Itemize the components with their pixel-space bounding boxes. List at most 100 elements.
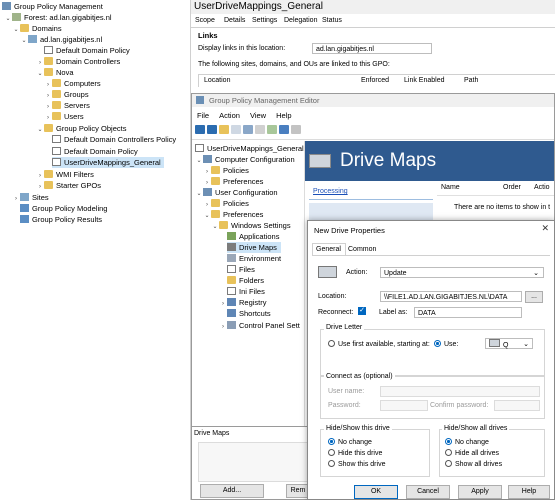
drive-no-change-option[interactable]: No change <box>328 438 372 446</box>
menu-file[interactable]: File <box>197 111 209 120</box>
show-all-drives-option[interactable]: Show all drives <box>445 460 502 468</box>
tree-item-computers[interactable]: › Computers <box>44 78 101 89</box>
hide-this-drive-option[interactable]: Hide this drive <box>328 449 382 457</box>
browse-button[interactable]: ... <box>525 291 543 303</box>
chevron-down-icon[interactable]: ⌄ <box>36 125 44 136</box>
editor-tree-files[interactable]: Files <box>227 264 255 275</box>
tree-item-users[interactable]: › Users <box>44 111 84 122</box>
help-button[interactable]: Help <box>508 485 550 499</box>
tree-item-nova[interactable]: ⌄ Nova <box>36 67 74 78</box>
tree-item-servers[interactable]: › Servers <box>44 100 90 111</box>
show-tree-icon[interactable] <box>231 125 241 135</box>
tree-item-domains[interactable]: ⌄ Domains <box>12 23 62 34</box>
chevron-down-icon[interactable]: ⌄ <box>4 14 12 25</box>
editor-tree-root[interactable]: UserDriveMappings_General <box>195 143 304 154</box>
ok-button[interactable]: OK <box>354 485 398 499</box>
close-icon[interactable]: ✕ <box>541 223 549 234</box>
chevron-right-icon[interactable]: › <box>219 299 227 310</box>
tab-general[interactable]: General <box>316 246 341 253</box>
tree-item-userdrivemappings[interactable]: UserDriveMappings_General <box>52 157 164 168</box>
editor-tree-uc-preferences[interactable]: ⌄ Preferences <box>203 209 263 220</box>
tab-details[interactable]: Details <box>224 17 245 24</box>
tree-item-modeling[interactable]: Group Policy Modeling <box>20 203 107 214</box>
chevron-down-icon[interactable]: ⌄ <box>195 156 203 167</box>
up-folder-icon[interactable] <box>219 125 229 135</box>
editor-tree-shortcuts[interactable]: Shortcuts <box>227 308 271 319</box>
chevron-down-icon[interactable]: ⌄ <box>195 189 203 200</box>
tree-item-sites[interactable]: › Sites <box>12 192 49 203</box>
view-icon[interactable] <box>291 125 301 135</box>
tree-item-results[interactable]: Group Policy Results <box>20 214 102 225</box>
password-input[interactable] <box>380 400 428 411</box>
tab-scope[interactable]: Scope <box>195 17 215 24</box>
bottom-tab-drive-maps[interactable]: Drive Maps <box>194 430 229 437</box>
processing-link[interactable]: Processing <box>313 188 348 195</box>
display-links-select[interactable]: ad.lan.gigabitjes.nl <box>312 43 432 54</box>
tree-item-forest[interactable]: ⌄ Forest: ad.lan.gigabitjes.nl <box>4 12 112 23</box>
editor-tree-cc-policies[interactable]: › Policies <box>203 165 249 176</box>
editor-tree-user-config[interactable]: ⌄ User Configuration <box>195 187 278 198</box>
col-location[interactable]: Location <box>204 77 230 84</box>
col-order[interactable]: Order <box>503 184 521 191</box>
col-path[interactable]: Path <box>464 77 478 84</box>
hide-all-drives-option[interactable]: Hide all drives <box>445 449 499 457</box>
cancel-button[interactable]: Cancel <box>406 485 450 499</box>
editor-tree-drive-maps[interactable]: Drive Maps <box>227 242 281 253</box>
location-input[interactable]: \\FILE1.AD.LAN.GIGABITJES.NL\DATA <box>380 291 522 302</box>
use-first-option[interactable]: Use first available, starting at: <box>328 340 430 348</box>
tree-item-domain-controllers[interactable]: › Domain Controllers <box>36 56 120 67</box>
col-enforced[interactable]: Enforced <box>361 77 389 84</box>
menu-help[interactable]: Help <box>276 111 291 120</box>
properties-icon[interactable] <box>243 125 253 135</box>
all-no-change-option[interactable]: No change <box>445 438 489 446</box>
chevron-down-icon[interactable]: ⌄ <box>203 211 211 222</box>
tree-item-gpm[interactable]: Group Policy Management <box>2 1 103 12</box>
col-link-enabled[interactable]: Link Enabled <box>404 77 444 84</box>
refresh-icon[interactable] <box>255 125 265 135</box>
chevron-down-icon[interactable]: ⌄ <box>12 25 20 36</box>
tab-status[interactable]: Status <box>322 17 342 24</box>
col-name[interactable]: Name <box>441 184 460 191</box>
menu-action[interactable]: Action <box>219 111 240 120</box>
editor-tree-uc-policies[interactable]: › Policies <box>203 198 249 209</box>
tree-item-groups[interactable]: › Groups <box>44 89 89 100</box>
editor-tree-computer-config[interactable]: ⌄ Computer Configuration <box>195 154 295 165</box>
user-name-input[interactable] <box>380 386 540 397</box>
tree-item-domain[interactable]: ⌄ ad.lan.gigabitjes.nl <box>20 34 102 45</box>
editor-tree-folders[interactable]: Folders <box>227 275 264 286</box>
use-option[interactable]: Use: <box>434 340 458 348</box>
tree-item-starter-gpos[interactable]: › Starter GPOs <box>36 180 101 191</box>
editor-tree-cc-preferences[interactable]: › Preferences <box>203 176 263 187</box>
menu-view[interactable]: View <box>250 111 266 120</box>
chevron-down-icon[interactable]: ⌄ <box>211 222 219 233</box>
reconnect-checkbox[interactable]: ✓ <box>358 307 366 315</box>
tree-item-default-domain-policy-link[interactable]: Default Domain Policy <box>36 45 130 56</box>
editor-tree-applications[interactable]: Applications <box>227 231 279 242</box>
tab-settings[interactable]: Settings <box>252 17 277 24</box>
editor-tree-control-panel[interactable]: › Control Panel Sett <box>219 320 300 331</box>
editor-tree-ini-files[interactable]: Ini Files <box>227 286 265 297</box>
show-this-drive-option[interactable]: Show this drive <box>328 460 385 468</box>
tab-common[interactable]: Common <box>348 246 376 253</box>
tab-delegation[interactable]: Delegation <box>284 17 317 24</box>
drive-letter-select[interactable]: Q ⌄ <box>485 338 533 349</box>
add-button[interactable]: Add... <box>200 484 264 498</box>
tree-item-default-domain-policy[interactable]: Default Domain Policy <box>52 146 138 157</box>
col-action[interactable]: Actio <box>534 184 550 191</box>
editor-tree-windows-settings[interactable]: ⌄ Windows Settings <box>211 220 291 231</box>
editor-tree-registry[interactable]: › Registry <box>219 297 267 308</box>
export-icon[interactable] <box>267 125 277 135</box>
forward-arrow-icon[interactable] <box>207 125 217 135</box>
chevron-right-icon[interactable]: › <box>219 322 227 333</box>
tree-item-wmi-filters[interactable]: › WMI Filters <box>36 169 94 180</box>
help-icon[interactable] <box>279 125 289 135</box>
tree-item-default-dc-policy[interactable]: Default Domain Controllers Policy <box>52 134 176 145</box>
confirm-password-input[interactable] <box>494 400 540 411</box>
label-as-input[interactable]: DATA <box>414 307 522 318</box>
chevron-down-icon[interactable]: ⌄ <box>20 36 28 47</box>
editor-tree-environment[interactable]: Environment <box>227 253 281 264</box>
tree-item-gpo-container[interactable]: ⌄ Group Policy Objects <box>36 123 126 134</box>
chevron-right-icon[interactable]: › <box>12 194 20 205</box>
action-select[interactable]: Update ⌄ <box>380 267 544 278</box>
back-arrow-icon[interactable] <box>195 125 205 135</box>
